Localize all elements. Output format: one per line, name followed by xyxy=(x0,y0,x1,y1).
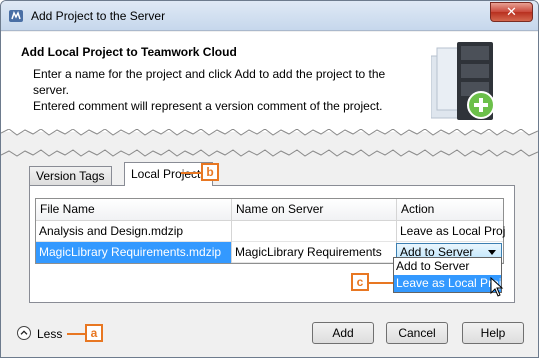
callout-b-leader xyxy=(181,172,201,174)
help-button[interactable]: Help xyxy=(462,322,524,344)
chevron-down-icon[interactable] xyxy=(488,250,496,255)
callout-b: b xyxy=(201,163,219,181)
column-header-file-name[interactable]: File Name xyxy=(36,199,232,221)
mouse-pointer-icon xyxy=(490,277,504,297)
magicdraw-app-icon xyxy=(9,10,23,22)
dropdown-option-leave-as-local[interactable]: Leave as Local Project xyxy=(394,275,501,292)
close-button[interactable]: ✕ xyxy=(490,2,533,22)
title-bar: Add Project to the Server ✕ xyxy=(1,1,538,31)
name-on-server-cell[interactable]: MagicLibrary Requirements xyxy=(232,242,397,263)
callout-c: c xyxy=(351,273,369,291)
action-dropdown-list: Add to Server Leave as Local Project xyxy=(393,257,502,293)
name-on-server-cell[interactable] xyxy=(232,221,397,242)
local-projects-table: File Name Name on Server Action Analysis… xyxy=(35,198,505,264)
close-icon: ✕ xyxy=(506,4,517,19)
window-title: Add Project to the Server xyxy=(31,9,166,23)
table-row[interactable]: Analysis and Design.mdzip Leave as Local… xyxy=(36,221,505,242)
file-name-cell: MagicLibrary Requirements.mdzip xyxy=(36,242,232,263)
server-add-icon xyxy=(431,42,495,120)
chevron-up-circle-icon[interactable] xyxy=(17,326,31,340)
add-project-dialog: Add Project to the Server ✕ Add Local Pr… xyxy=(0,0,539,358)
callout-c-leader xyxy=(369,282,393,284)
tab-version-tags[interactable]: Version Tags xyxy=(29,166,112,186)
dropdown-option-add-to-server[interactable]: Add to Server xyxy=(394,258,501,275)
header-panel: Add Local Project to Teamwork Cloud Ente… xyxy=(1,32,538,132)
cancel-button[interactable]: Cancel xyxy=(386,322,448,344)
callout-a-leader xyxy=(67,333,85,335)
header-description: Enter a name for the project and click A… xyxy=(33,66,413,114)
header-title: Add Local Project to Teamwork Cloud xyxy=(21,45,237,59)
description-line-1: Enter a name for the project and click A… xyxy=(33,67,386,97)
table-header: File Name Name on Server Action xyxy=(36,199,503,221)
file-name-cell: Analysis and Design.mdzip xyxy=(36,221,232,242)
column-header-name-on-server[interactable]: Name on Server xyxy=(232,199,397,221)
torn-edge-separator xyxy=(1,129,538,157)
less-label[interactable]: Less xyxy=(37,326,62,342)
action-cell[interactable]: Leave as Local Project xyxy=(397,221,505,242)
description-line-2: Entered comment will represent a version… xyxy=(33,99,383,113)
column-header-action[interactable]: Action xyxy=(397,199,505,221)
tab-local-projects[interactable]: Local Projects xyxy=(124,162,214,186)
add-button[interactable]: Add xyxy=(312,322,374,344)
callout-a: a xyxy=(85,324,103,342)
